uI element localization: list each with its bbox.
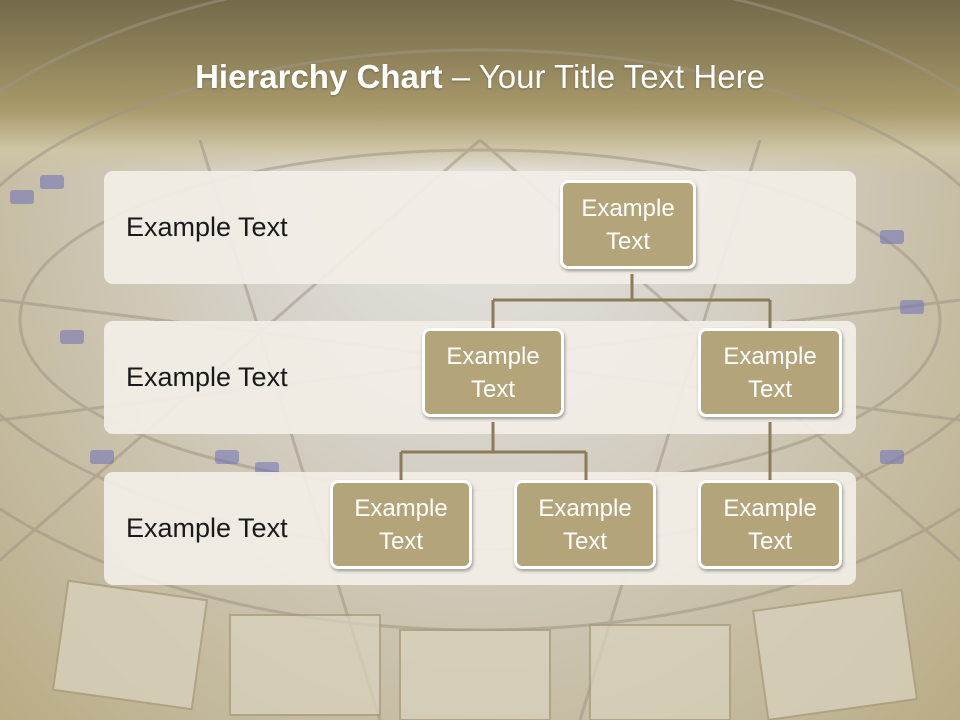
node-level3-a[interactable]: Example Text [330,480,472,569]
node-level2-left[interactable]: Example Text [422,328,564,417]
node-level3-b[interactable]: Example Text [514,480,656,569]
node-level2-left-label: Example Text [446,342,540,403]
band-label-1: Example Text [126,212,288,242]
title-rest: – Your Title Text Here [442,58,765,95]
node-level3-b-label: Example Text [538,494,632,555]
node-root[interactable]: Example Text [560,180,696,269]
node-level3-a-label: Example Text [354,494,448,555]
node-level3-c[interactable]: Example Text [698,480,842,569]
slide-title: Hierarchy Chart – Your Title Text Here [0,58,960,96]
node-level3-c-label: Example Text [723,494,817,555]
node-level2-right[interactable]: Example Text [698,328,842,417]
title-bold: Hierarchy Chart [195,58,443,95]
node-level2-right-label: Example Text [723,342,817,403]
band-label-2: Example Text [126,362,288,392]
node-root-label: Example Text [581,194,675,255]
band-label-3: Example Text [126,513,288,543]
